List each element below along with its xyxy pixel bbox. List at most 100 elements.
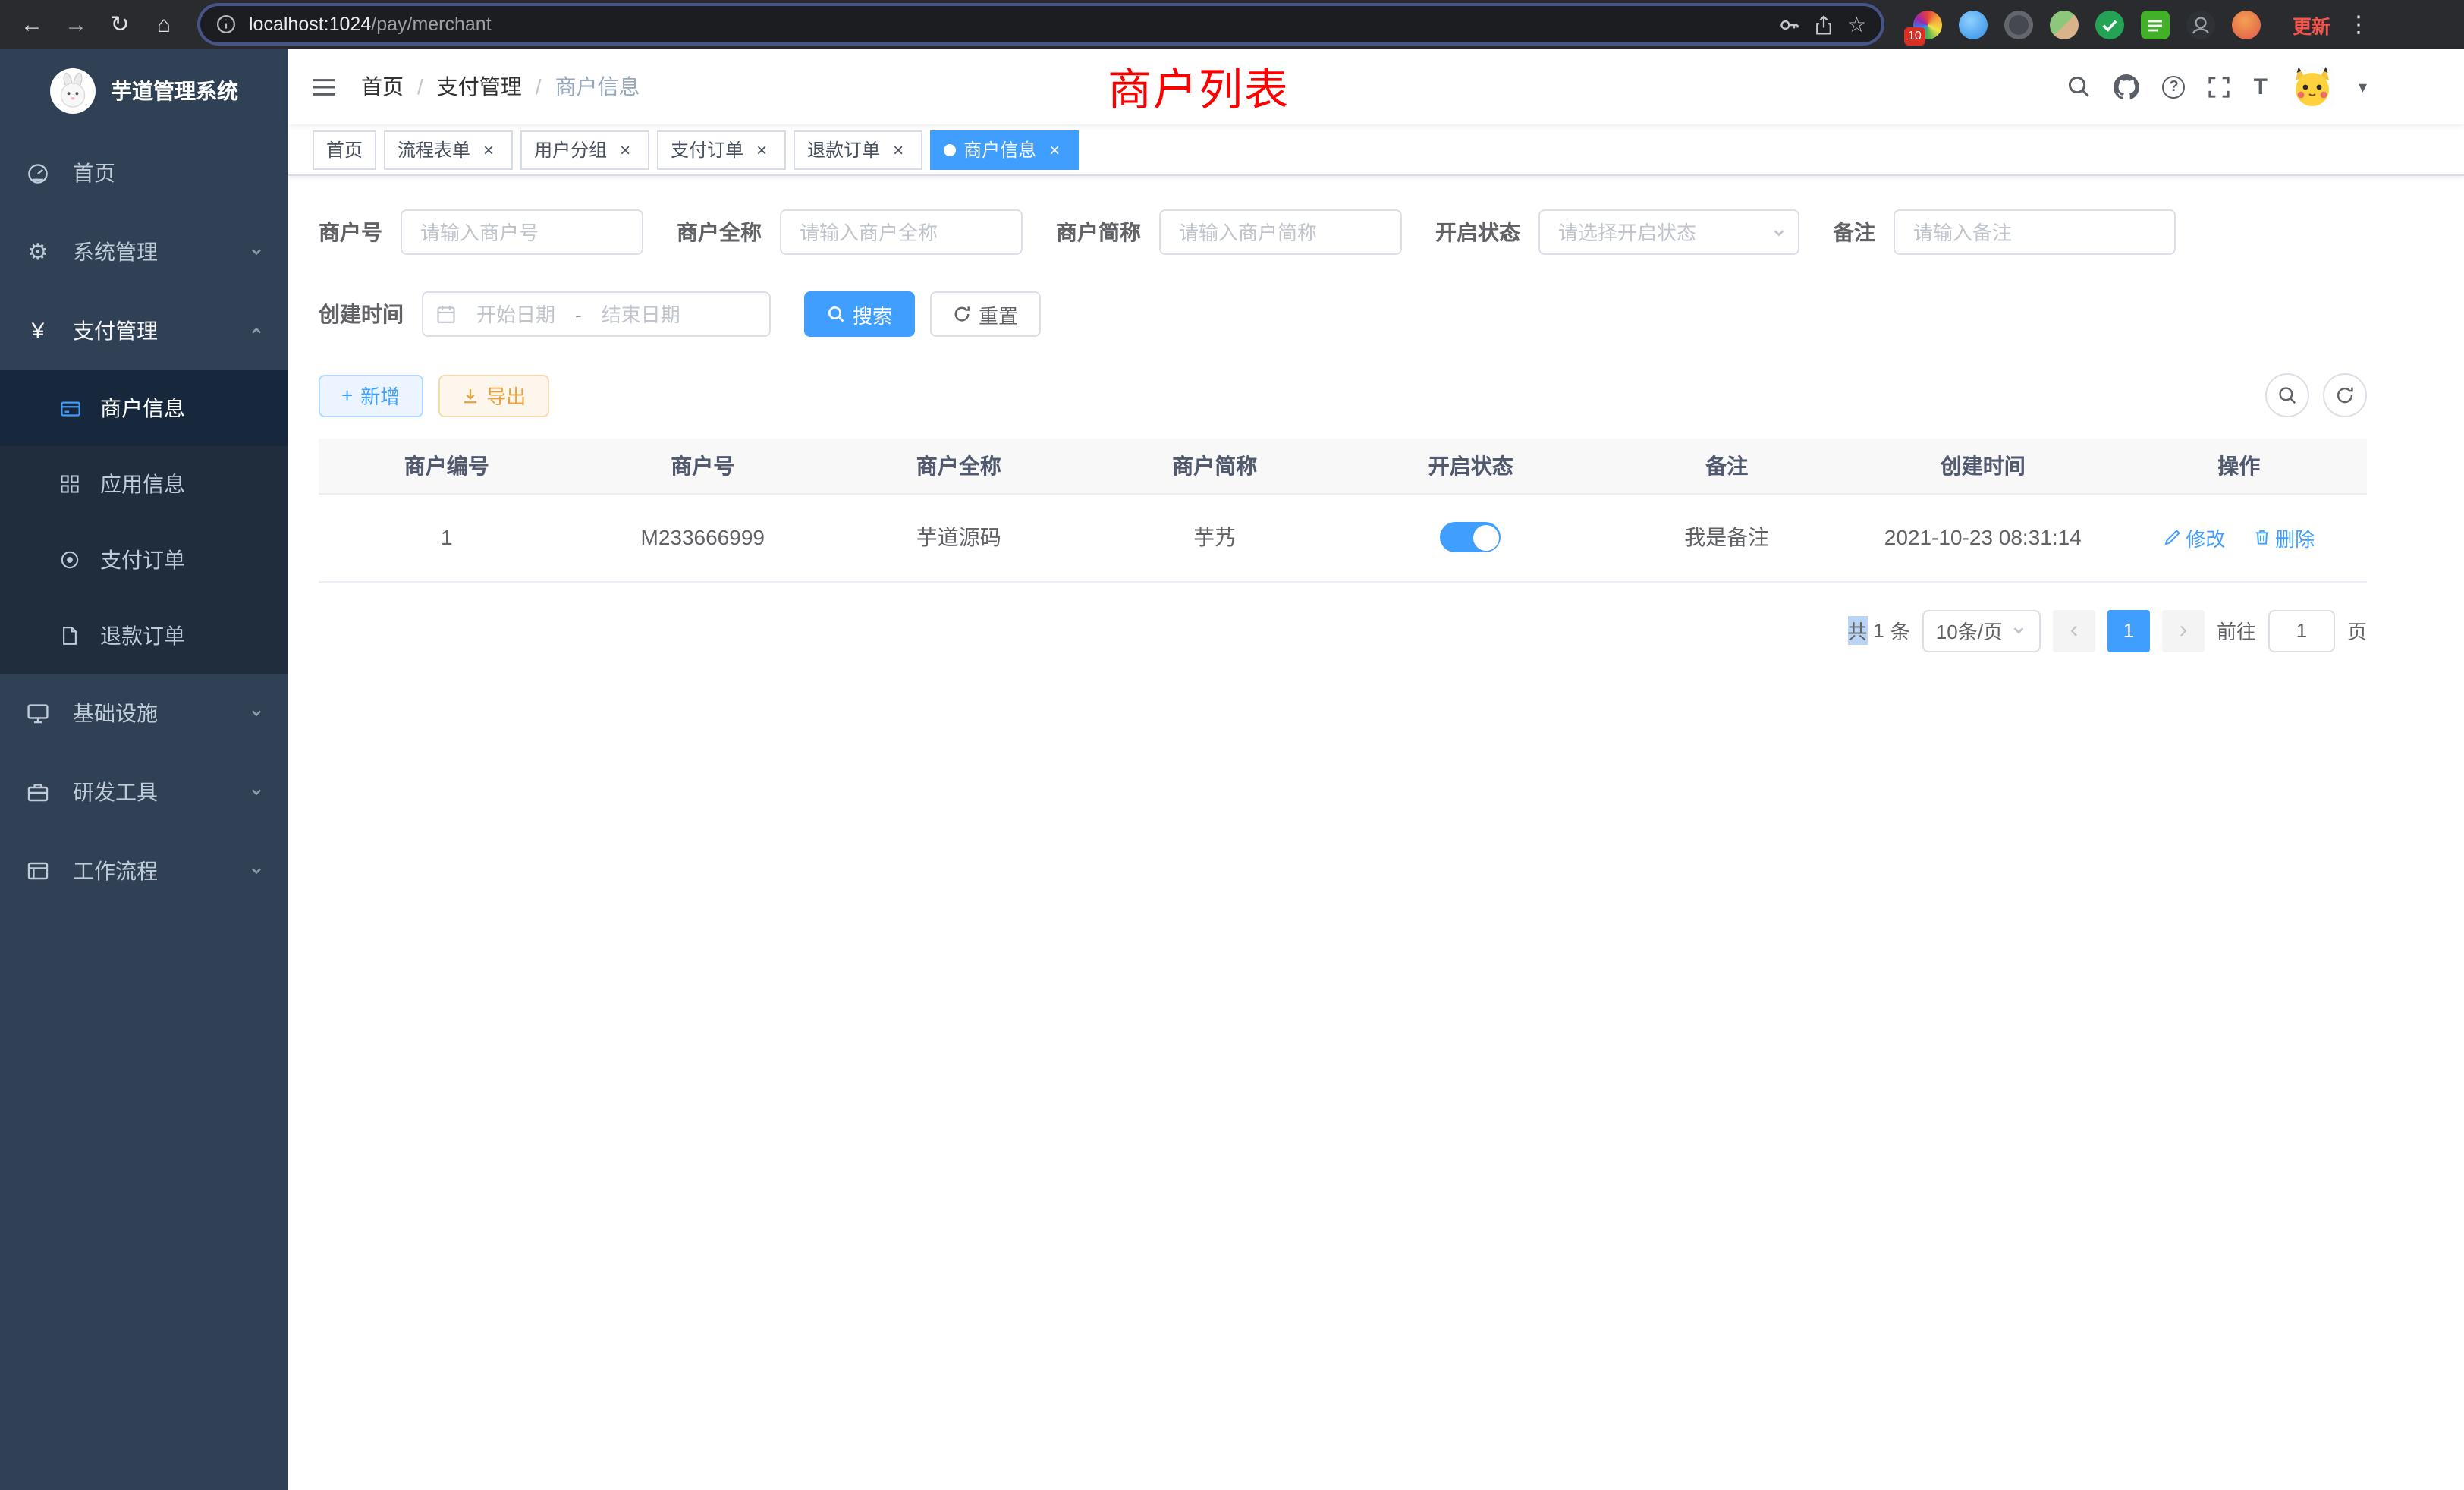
reset-button[interactable]: 重置 [930, 291, 1041, 337]
bookmark-star-icon[interactable]: ☆ [1847, 11, 1866, 37]
edit-icon [2163, 528, 2181, 546]
trash-icon [2252, 528, 2271, 546]
sidebar-item-payment[interactable]: ¥ 支付管理 [0, 291, 288, 370]
page-1-button[interactable]: 1 [2107, 609, 2150, 652]
form-item-merchant-no: 商户号 [319, 209, 643, 255]
grid-icon [58, 473, 82, 495]
start-date-input[interactable] [461, 303, 570, 325]
date-range-picker[interactable]: - [422, 291, 771, 337]
col-remark: 备注 [1599, 439, 1856, 493]
extension-icon-4[interactable] [2050, 10, 2079, 39]
next-page-button[interactable]: › [2162, 609, 2205, 652]
search-button[interactable]: 搜索 [804, 291, 915, 337]
profile-avatar-icon[interactable] [2232, 10, 2261, 39]
close-icon[interactable]: × [1044, 139, 1065, 160]
sidebar-item-refund-order[interactable]: 退款订单 [0, 598, 288, 674]
address-bar[interactable]: localhost:1024/pay/merchant ☆ [200, 6, 1881, 42]
fullscreen-icon[interactable] [2208, 75, 2231, 98]
merchant-no-input[interactable] [401, 209, 643, 255]
cell-short-name: 芋艿 [1087, 493, 1344, 581]
sidebar-item-devtools[interactable]: 研发工具 [0, 753, 288, 831]
chevron-down-icon [249, 784, 264, 800]
url-text[interactable]: localhost:1024/pay/merchant [249, 14, 492, 35]
export-button[interactable]: 导出 [438, 374, 548, 417]
refresh-table-button[interactable] [2323, 373, 2367, 417]
add-button[interactable]: + 新增 [319, 374, 423, 417]
sidebar-item-app-info[interactable]: 应用信息 [0, 446, 288, 522]
browser-update-chip[interactable]: 更新 [2293, 10, 2330, 39]
search-form-row-2: 创建时间 - 搜 [319, 291, 2367, 337]
cell-full-name: 芋道源码 [831, 493, 1087, 581]
close-icon[interactable]: × [478, 139, 499, 160]
page-size-select[interactable]: 10条/页 [1922, 609, 2041, 652]
table-row: 1 M233666999 芋道源码 芋艿 我是备注 2021-10-23 08:… [319, 493, 2367, 581]
monitor-icon [24, 701, 52, 725]
sidebar-item-home[interactable]: 首页 [0, 134, 288, 212]
share-icon[interactable] [1814, 13, 1835, 36]
sidebar-item-system[interactable]: ⚙ 系统管理 [0, 212, 288, 291]
tab-refund-order[interactable]: 退款订单× [794, 130, 922, 169]
search-icon [827, 305, 845, 323]
calendar-icon [435, 303, 457, 325]
search-icon[interactable] [2067, 74, 2092, 99]
breadcrumb-separator: / [536, 74, 542, 99]
yen-icon: ¥ [24, 318, 52, 344]
github-icon[interactable] [2114, 74, 2140, 99]
close-icon[interactable]: × [888, 139, 909, 160]
cell-merchant-no: M233666999 [575, 493, 831, 581]
user-avatar[interactable] [2290, 64, 2336, 109]
status-select[interactable] [1538, 209, 1799, 255]
app-logo[interactable]: 芋道管理系统 [0, 49, 288, 134]
tab-pay-order[interactable]: 支付订单× [657, 130, 786, 169]
plus-icon: + [341, 384, 353, 407]
extension-icon-7[interactable] [2186, 10, 2215, 39]
extension-icon-3[interactable] [2004, 10, 2033, 39]
sidebar-item-pay-order[interactable]: 支付订单 [0, 522, 288, 598]
tab-user-group[interactable]: 用户分组× [520, 130, 649, 169]
tab-merchant-info[interactable]: 商户信息× [930, 130, 1079, 169]
remark-input[interactable] [1894, 209, 2176, 255]
browser-menu-icon[interactable]: ⋮ [2347, 11, 2370, 38]
close-icon[interactable]: × [614, 139, 636, 160]
extension-icon-2[interactable] [1959, 10, 1988, 39]
short-name-input[interactable] [1159, 209, 1402, 255]
status-toggle[interactable] [1441, 522, 1501, 552]
sidebar-item-infra[interactable]: 基础设施 [0, 674, 288, 753]
browser-toolbar: ← → ↻ ⌂ localhost:1024/pay/merchant ☆ 10 [0, 0, 2464, 49]
extension-icon-5[interactable] [2095, 10, 2124, 39]
logo-avatar [50, 68, 96, 114]
breadcrumb-home[interactable]: 首页 [361, 71, 404, 102]
password-key-icon[interactable] [1779, 13, 1802, 36]
extension-icon-6[interactable] [2141, 10, 2170, 39]
form-item-remark: 备注 [1833, 209, 2176, 255]
tab-home[interactable]: 首页 [313, 130, 376, 169]
edit-link[interactable]: 修改 [2163, 523, 2225, 552]
pagination: 共 1 条 10条/页 ‹ 1 › 前往 页 [319, 609, 2367, 652]
sidebar-item-workflow[interactable]: 工作流程 [0, 831, 288, 910]
help-icon[interactable]: ? [2163, 75, 2186, 98]
extension-icon-1[interactable]: 10 [1913, 10, 1942, 39]
prev-page-button[interactable]: ‹ [2053, 609, 2095, 652]
end-date-input[interactable] [586, 303, 696, 325]
breadcrumb-payment[interactable]: 支付管理 [437, 71, 522, 102]
goto-page-input[interactable] [2268, 609, 2335, 652]
extensions-area: 10 [1913, 10, 2261, 39]
close-icon[interactable]: × [751, 139, 772, 160]
delete-link[interactable]: 删除 [2252, 523, 2315, 552]
workflow-icon [24, 859, 52, 883]
toggle-search-button[interactable] [2265, 373, 2309, 417]
site-info-icon[interactable] [215, 14, 237, 35]
credit-card-icon [58, 397, 82, 420]
sidebar-item-merchant-info[interactable]: 商户信息 [0, 370, 288, 446]
forward-button[interactable]: → [56, 5, 96, 44]
back-button[interactable]: ← [12, 5, 52, 44]
full-name-input[interactable] [780, 209, 1023, 255]
payment-submenu: 商户信息 应用信息 支付订单 [0, 370, 288, 674]
sidebar-toggle-icon[interactable] [311, 75, 337, 98]
col-actions: 操作 [2111, 439, 2368, 493]
caret-down-icon[interactable]: ▾ [2359, 77, 2367, 96]
tab-process-form[interactable]: 流程表单× [384, 130, 513, 169]
reload-button[interactable]: ↻ [100, 5, 140, 44]
home-button[interactable]: ⌂ [144, 5, 184, 44]
font-size-icon[interactable]: T [2254, 74, 2268, 99]
